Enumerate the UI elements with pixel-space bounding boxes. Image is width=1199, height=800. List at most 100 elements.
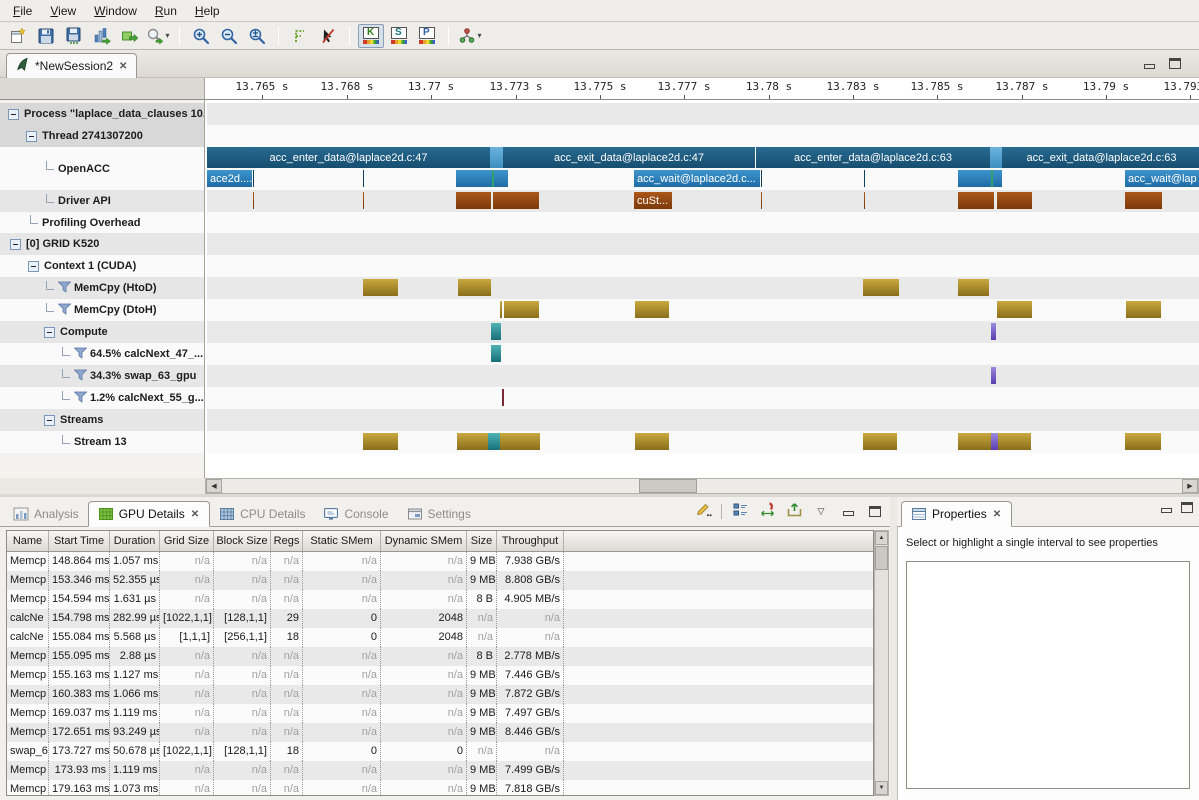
topology-button[interactable]: ▾ xyxy=(457,24,483,48)
tab-properties[interactable]: Properties ✕ xyxy=(901,501,1012,527)
timeline-interval[interactable]: acc_wait@laplace2d.c... xyxy=(634,170,760,187)
zoom-tool-button[interactable]: ▾ xyxy=(145,24,171,48)
zoom-in-button[interactable] xyxy=(188,24,214,48)
timeline-tick[interactable] xyxy=(456,192,491,209)
edit-filter-button[interactable] xyxy=(694,502,712,520)
zoom-fit-button[interactable] xyxy=(244,24,270,48)
column-header-grid-size[interactable]: Grid Size xyxy=(160,531,214,551)
export-results-button[interactable] xyxy=(117,24,143,48)
timeline-tick[interactable] xyxy=(863,279,899,296)
table-row[interactable]: Memcp155.095 ms2.88 µsn/an/an/an/an/a8 B… xyxy=(7,647,873,666)
timeline-tick[interactable] xyxy=(864,192,865,209)
maximize-icon[interactable] xyxy=(1181,502,1193,513)
timeline-tick[interactable] xyxy=(363,192,364,209)
close-icon[interactable]: ✕ xyxy=(118,61,128,72)
table-row[interactable]: calcNe155.084 ms5.568 µs[1,1,1][256,1,1]… xyxy=(7,628,873,647)
minimize-icon[interactable] xyxy=(1144,64,1155,69)
editor-tab-newsession[interactable]: *NewSession2 ✕ xyxy=(6,53,137,78)
menu-help[interactable]: Help xyxy=(186,2,229,20)
table-row[interactable]: Memcp154.594 ms1.631 µsn/an/an/an/an/a8 … xyxy=(7,590,873,609)
timeline-tick[interactable] xyxy=(990,147,1002,168)
scroll-up-button[interactable]: ▲ xyxy=(875,531,888,545)
save-button[interactable] xyxy=(33,24,59,48)
timeline-interval[interactable]: acc_exit_data@laplace2d.c:47 xyxy=(503,147,755,168)
timeline-tick[interactable] xyxy=(456,170,492,187)
timeline-tick[interactable] xyxy=(991,433,998,450)
timeline-tick[interactable] xyxy=(491,323,501,340)
collapse-toggle-icon[interactable] xyxy=(8,109,19,120)
timeline-tick[interactable] xyxy=(504,301,539,318)
table-row[interactable]: Memcp172.651 ms93.249 µsn/an/an/an/an/a9… xyxy=(7,723,873,742)
view-menu-button[interactable]: ▽ xyxy=(812,502,830,520)
timeline-tick[interactable] xyxy=(488,433,500,450)
new-session-button[interactable] xyxy=(5,24,31,48)
dropdown-caret-icon[interactable]: ▾ xyxy=(165,31,169,40)
tree-row[interactable]: 64.5% calcNext_47_... xyxy=(0,343,205,365)
timeline-tick[interactable] xyxy=(958,170,991,187)
tree-row[interactable]: Compute xyxy=(0,321,205,343)
timeline-tick[interactable] xyxy=(500,433,540,450)
column-header-static-smem[interactable]: Static SMem xyxy=(303,531,381,551)
timeline-tick[interactable] xyxy=(1125,433,1161,450)
column-header-name[interactable]: Name xyxy=(7,531,49,551)
tab-console[interactable]: Console xyxy=(314,501,397,527)
tree-row[interactable]: 34.3% swap_63_gpu xyxy=(0,365,205,387)
timeline-tick[interactable] xyxy=(493,192,539,209)
menu-run[interactable]: Run xyxy=(146,2,186,20)
tree-row[interactable]: OpenACC xyxy=(0,147,205,190)
dropdown-caret-icon[interactable]: ▾ xyxy=(477,31,481,40)
columns-button[interactable] xyxy=(731,502,749,520)
tree-row[interactable]: Context 1 (CUDA) xyxy=(0,255,205,277)
menu-view[interactable]: View xyxy=(41,2,85,20)
collapse-toggle-icon[interactable] xyxy=(44,415,55,426)
filter-funnel-icon[interactable] xyxy=(74,391,87,406)
table-row[interactable]: Memcp173.93 ms1.119 msn/an/an/an/an/a9 M… xyxy=(7,761,873,780)
timeline-tick[interactable] xyxy=(991,323,996,340)
timeline-tick[interactable] xyxy=(958,279,989,296)
column-header-block-size[interactable]: Block Size xyxy=(214,531,271,551)
column-header-throughput[interactable]: Throughput xyxy=(497,531,564,551)
timeline-tick[interactable] xyxy=(363,279,398,296)
filter-funnel-icon[interactable] xyxy=(74,369,87,384)
kernel-coloring-button[interactable]: K xyxy=(358,24,384,48)
maximize-icon[interactable] xyxy=(1169,58,1181,69)
scroll-right-button[interactable]: ▶ xyxy=(1182,479,1198,493)
column-header-start-time[interactable]: Start Time xyxy=(49,531,110,551)
timeline-horizontal-scrollbar[interactable]: ◀ ▶ xyxy=(205,478,1199,494)
collapse-toggle-icon[interactable] xyxy=(28,261,39,272)
timeline-interval[interactable]: cuSt... xyxy=(634,192,672,209)
close-icon[interactable]: ✕ xyxy=(190,509,200,520)
tab-settings[interactable]: Settings xyxy=(398,501,480,527)
timeline-tick[interactable] xyxy=(864,170,865,187)
close-icon[interactable]: ✕ xyxy=(992,509,1002,520)
zoom-out-button[interactable] xyxy=(216,24,242,48)
timeline-tick[interactable] xyxy=(1125,192,1162,209)
timeline-tick[interactable] xyxy=(494,170,508,187)
timeline-tick[interactable] xyxy=(635,433,669,450)
timeline-interval[interactable]: acc_enter_data@laplace2d.c:63 xyxy=(756,147,990,168)
timeline-tick[interactable] xyxy=(457,433,488,450)
timeline-tick[interactable] xyxy=(761,192,762,209)
minimize-icon[interactable] xyxy=(1161,508,1172,513)
scrollbar-thumb[interactable] xyxy=(875,546,888,570)
tree-row[interactable]: 1.2% calcNext_55_g... xyxy=(0,387,205,409)
tree-row[interactable]: Profiling Overhead xyxy=(0,212,205,233)
timeline-canvas[interactable]: acc_enter_data@laplace2d.c:47acc_exit_da… xyxy=(207,100,1199,478)
tree-row[interactable]: [0] GRID K520 xyxy=(0,233,205,255)
timeline-tick[interactable] xyxy=(363,433,398,450)
column-header-regs[interactable]: Regs xyxy=(271,531,303,551)
maximize-button[interactable] xyxy=(866,502,884,520)
timeline-tick[interactable] xyxy=(998,433,1031,450)
scrollbar-thumb[interactable] xyxy=(639,479,697,493)
export-table-button[interactable] xyxy=(785,502,803,520)
tree-row[interactable]: Stream 13 xyxy=(0,431,205,453)
menu-file[interactable]: File xyxy=(4,2,41,20)
timeline-interval[interactable]: acc_exit_data@laplace2d.c:63 xyxy=(1002,147,1199,168)
table-row[interactable]: Memcp179.163 ms1.073 msn/an/an/an/an/a9 … xyxy=(7,780,873,796)
table-row[interactable]: calcNe154.798 ms282.99 µs[1022,1,1][128,… xyxy=(7,609,873,628)
timeline-tick[interactable] xyxy=(491,345,501,362)
tree-row[interactable]: Driver API xyxy=(0,190,205,212)
table-row[interactable]: Memcp169.037 ms1.119 msn/an/an/an/an/a9 … xyxy=(7,704,873,723)
timeline-tick[interactable] xyxy=(993,170,1002,187)
timeline-tick[interactable] xyxy=(991,367,996,384)
